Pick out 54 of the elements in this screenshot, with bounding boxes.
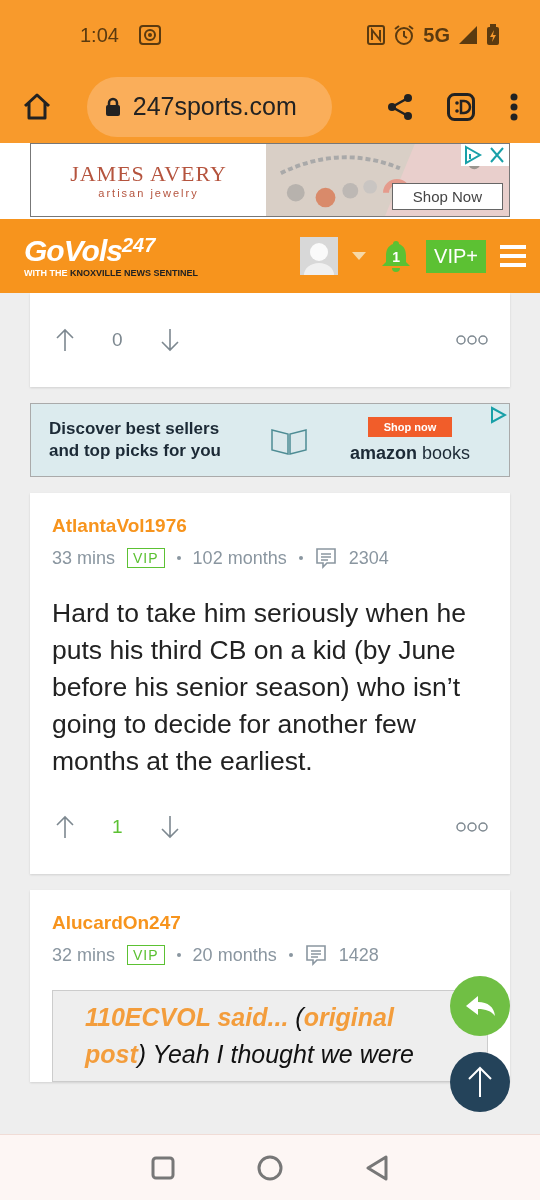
nfc-icon: [367, 25, 386, 45]
post-time: 33 mins: [52, 547, 116, 569]
ad-tagline: artisan jewelry: [98, 187, 199, 199]
back-icon[interactable]: [365, 1154, 389, 1181]
shop-now-button[interactable]: Shop Now: [391, 183, 503, 210]
ad-banner[interactable]: JAMES AVERY artisan jewelry Shop Now: [30, 143, 510, 217]
vote-count: 0: [112, 329, 123, 351]
comment-count: 2304: [348, 547, 389, 569]
comment-icon: [314, 547, 337, 569]
home-icon[interactable]: [257, 1154, 283, 1181]
network-label: 5G: [423, 23, 450, 47]
vip-badge: VIP: [127, 548, 165, 568]
comment-icon: [304, 944, 327, 966]
url-text: 247sports.com: [132, 92, 297, 121]
quote-text: 110ECVOL said... (original post) Yeah I thought we were: [85, 1002, 415, 1070]
clock: 1:04: [80, 23, 119, 47]
address-bar[interactable]: 247sports.com: [86, 76, 332, 137]
ad-choices-icon[interactable]: [489, 406, 507, 424]
comment-text: Hard to take him seriously when he puts his third CB on a kid (by June before his senior season) who isn’t going to decide for another few months at the earliest.: [52, 597, 467, 778]
alarm-icon: [393, 24, 416, 46]
scroll-to-top-button[interactable]: [450, 1052, 510, 1112]
post-time: 32 mins: [52, 944, 116, 966]
ad-headline: Discover best sellers and top picks for you: [49, 418, 222, 462]
separator-dot: [298, 556, 303, 560]
vote-count: 1: [112, 816, 123, 838]
lock-icon: [104, 96, 121, 117]
more-icon[interactable]: [456, 334, 488, 346]
member-tenure: 102 months: [192, 547, 287, 569]
ad-choices-icon[interactable]: [461, 144, 509, 166]
ad-banner[interactable]: Discover best sellers and top picks for you Shop now amazon books: [30, 403, 510, 477]
more-icon[interactable]: [456, 821, 488, 833]
separator-dot: [288, 953, 293, 957]
reply-button[interactable]: [450, 976, 510, 1036]
upvote-icon[interactable]: [56, 815, 74, 839]
home-icon[interactable]: [22, 91, 52, 122]
screen-record-icon: [138, 25, 161, 45]
emoji-face-icon[interactable]: [447, 92, 476, 121]
recents-icon[interactable]: [151, 1155, 175, 1180]
downvote-icon[interactable]: [160, 815, 179, 839]
comment-count: 1428: [338, 944, 379, 966]
upvote-icon[interactable]: [56, 328, 74, 352]
separator-dot: [176, 556, 181, 560]
battery-icon: [486, 24, 500, 46]
ad-brand: JAMES AVERY: [70, 161, 227, 187]
downvote-icon[interactable]: [160, 328, 179, 352]
avatar[interactable]: [300, 237, 339, 275]
signal-icon: [458, 25, 478, 45]
share-icon[interactable]: [386, 92, 413, 121]
vip-badge: VIP: [127, 945, 165, 965]
amazon-books-logo: amazon books: [350, 442, 471, 464]
menu-icon[interactable]: [500, 245, 526, 267]
member-tenure: 20 months: [192, 944, 277, 966]
more-icon[interactable]: [510, 92, 518, 121]
separator-dot: [176, 953, 181, 957]
